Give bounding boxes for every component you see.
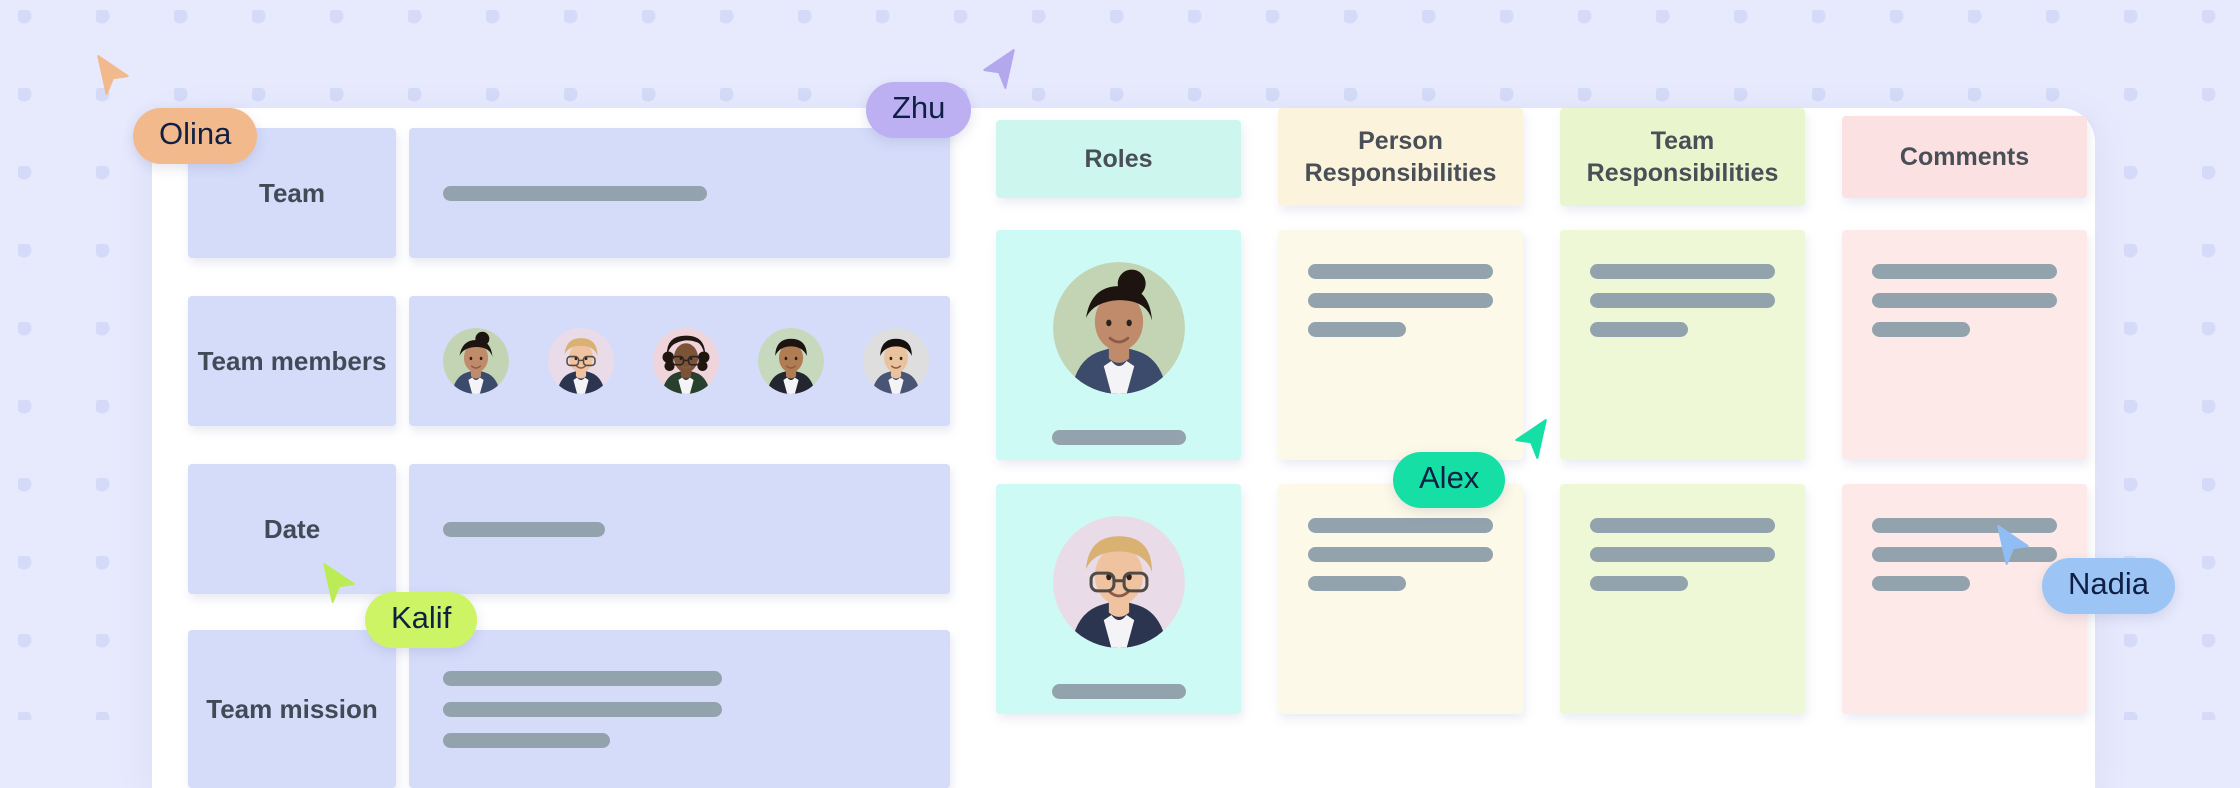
placeholder-lines	[1842, 230, 2087, 337]
cursor-pointer-nadia	[1996, 524, 2032, 566]
cursor-label-zhu: Zhu	[866, 82, 972, 138]
placeholder-bar	[1308, 576, 1407, 591]
placeholder-lines	[1560, 230, 1805, 337]
column-header-comments[interactable]: Comments	[1842, 116, 2087, 198]
placeholder-bar	[1308, 547, 1493, 562]
cursor-label-alex: Alex	[1393, 452, 1506, 508]
detail-row-value[interactable]	[409, 296, 950, 426]
avatar[interactable]	[443, 328, 509, 394]
placeholder-bar	[443, 701, 722, 717]
detail-row-team: Team	[188, 128, 950, 258]
cursor-pointer-zhu	[980, 48, 1016, 90]
table-column-roles: Roles	[996, 108, 1241, 714]
table-cell-team_responsibilities-row-2[interactable]	[1560, 484, 1805, 714]
placeholder-bar	[1872, 576, 1971, 591]
placeholder-lines	[1560, 484, 1805, 591]
placeholder-bar	[1590, 547, 1775, 562]
detail-row-value[interactable]	[409, 128, 950, 258]
placeholder-bar	[1872, 264, 2057, 279]
avatar[interactable]	[548, 328, 614, 394]
detail-row-date: Date	[188, 464, 950, 594]
column-header-roles[interactable]: Roles	[996, 120, 1241, 198]
table-cell-team_responsibilities-row-1[interactable]	[1560, 230, 1805, 460]
table-cell-roles-row-1[interactable]	[996, 230, 1241, 460]
column-header-team_responsibilities[interactable]: Team Responsibilities	[1560, 108, 1805, 206]
team-member-avatars	[409, 328, 950, 394]
placeholder-bar	[443, 521, 606, 537]
detail-row-team-members: Team members	[188, 296, 950, 426]
placeholder-bar	[1590, 576, 1689, 591]
placeholder-bar	[1590, 322, 1689, 337]
avatar[interactable]	[653, 328, 719, 394]
detail-row-label[interactable]: Team mission	[188, 630, 396, 788]
detail-row-value[interactable]	[409, 630, 950, 788]
placeholder-bar	[1051, 430, 1186, 445]
table-column-person_responsibilities: Person Responsibilities	[1278, 108, 1523, 714]
placeholder-bar	[1872, 322, 1971, 337]
placeholder-bar	[1590, 293, 1775, 308]
cursor-pointer-olina	[96, 54, 132, 96]
table-cell-person_responsibilities-row-1[interactable]	[1278, 230, 1523, 460]
placeholder-bar	[1051, 684, 1186, 699]
table-cell-roles-row-2[interactable]	[996, 484, 1241, 714]
detail-row-team-mission: Team mission	[188, 630, 950, 788]
placeholder-bar	[443, 732, 611, 748]
table-column-team_responsibilities: Team Responsibilities	[1560, 108, 1805, 714]
detail-row-value[interactable]	[409, 464, 950, 594]
column-header-person_responsibilities[interactable]: Person Responsibilities	[1278, 108, 1523, 206]
avatar[interactable]	[863, 328, 929, 394]
role-avatar	[1052, 516, 1185, 648]
placeholder-bar	[1308, 322, 1407, 337]
placeholder-lines	[1278, 230, 1523, 337]
placeholder-bar	[1872, 293, 2057, 308]
team-detail-panel: Team Team members Date Team mission	[188, 128, 950, 788]
role-avatar	[1052, 262, 1185, 394]
placeholder-bar	[1308, 518, 1493, 533]
placeholder-bar	[1590, 264, 1775, 279]
board-panel: Team Team members Date Team mission Role…	[152, 108, 2095, 788]
cursor-label-nadia: Nadia	[2042, 558, 2175, 614]
table-column-comments: Comments	[1842, 108, 2087, 714]
placeholder-bar	[443, 670, 722, 686]
table-cell-person_responsibilities-row-2[interactable]	[1278, 484, 1523, 714]
placeholder-bar	[1308, 293, 1493, 308]
cursor-pointer-alex	[1512, 418, 1548, 460]
table-cell-comments-row-1[interactable]	[1842, 230, 2087, 460]
detail-row-label[interactable]: Date	[188, 464, 396, 594]
placeholder-bar	[1590, 518, 1775, 533]
detail-row-label[interactable]: Team members	[188, 296, 396, 426]
cursor-pointer-kalif	[322, 562, 358, 604]
avatar[interactable]	[758, 328, 824, 394]
cursor-label-olina: Olina	[133, 108, 258, 164]
cursor-label-kalif: Kalif	[365, 592, 478, 648]
placeholder-bar	[443, 185, 707, 201]
placeholder-bar	[1308, 264, 1493, 279]
